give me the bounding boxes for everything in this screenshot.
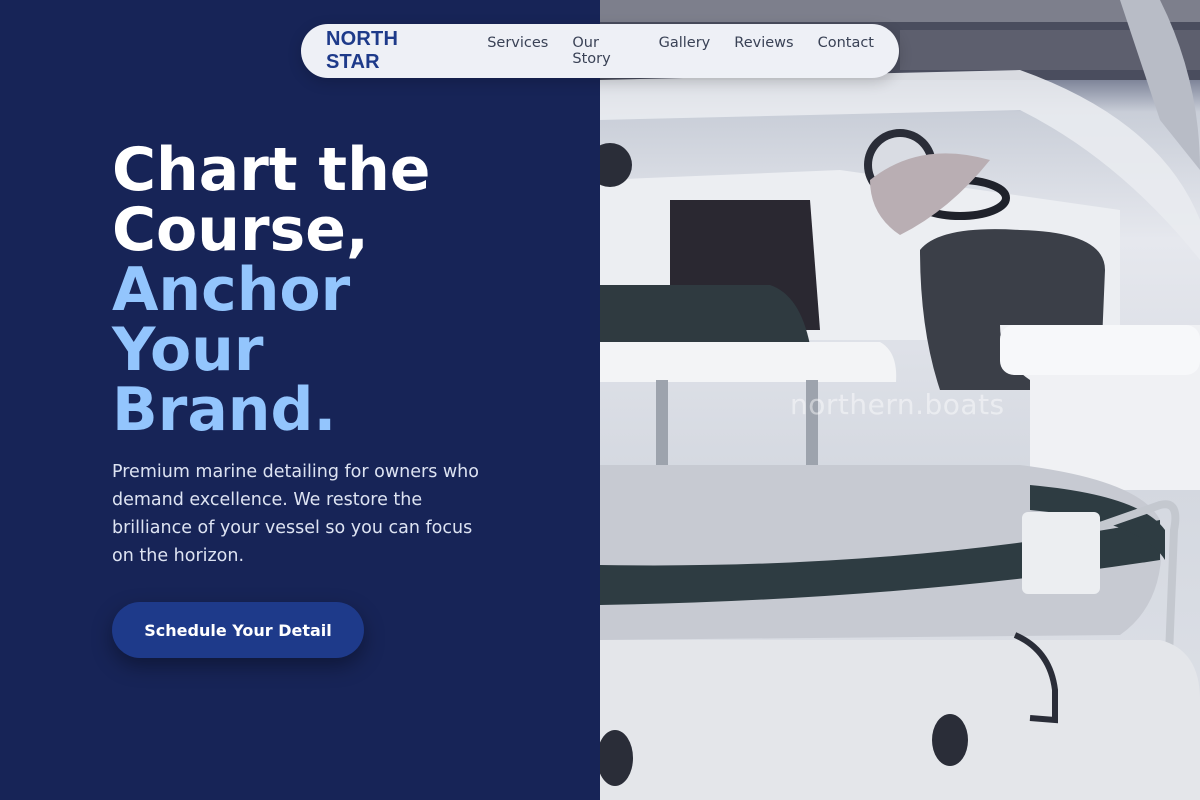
headline-line-1: Chart the (112, 135, 431, 205)
nav-link-contact[interactable]: Contact (818, 35, 874, 67)
brand-logo[interactable]: NORTH STAR (326, 28, 455, 74)
hero-section: Chart the Course, Anchor Your Brand. Pre… (112, 140, 532, 570)
nav-link-services[interactable]: Services (487, 35, 548, 67)
top-nav-bar: NORTH STAR Services Our Story Gallery Re… (301, 24, 899, 78)
schedule-detail-button[interactable]: Schedule Your Detail (112, 602, 364, 658)
nav-link-reviews[interactable]: Reviews (734, 35, 793, 67)
image-watermark: northern.boats (790, 388, 1005, 421)
headline-accent-line-3: Brand. (112, 375, 337, 445)
headline-line-2: Course, (112, 195, 369, 265)
headline-accent-line-2: Your (112, 315, 264, 385)
nav-link-gallery[interactable]: Gallery (659, 35, 711, 67)
hero-subtext: Premium marine detailing for owners who … (112, 462, 479, 566)
headline-accent-line-1: Anchor (112, 255, 351, 325)
nav-links: Services Our Story Gallery Reviews Conta… (487, 35, 874, 67)
hero-headline: Chart the Course, Anchor Your Brand. (112, 140, 532, 440)
nav-link-our-story[interactable]: Our Story (572, 35, 634, 67)
